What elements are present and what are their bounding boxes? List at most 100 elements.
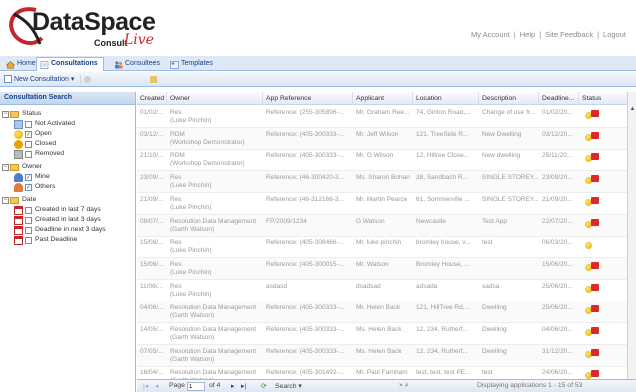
table-row[interactable]: 21/10/... RDM (Workshop Demonstrator) Refer…	[137, 149, 627, 172]
collapse-icon[interactable]: −	[2, 111, 9, 118]
flag-icon	[591, 283, 599, 291]
grid-pager: |◂ ◂ Page of 4 ▸ ▸| ⟳ Search ▾ × ⌕ Displ…	[137, 379, 636, 392]
cell-created: 04/06/...	[140, 304, 164, 312]
scroll-up-icon[interactable]: ▲	[629, 106, 636, 113]
cell-deadline: 25/06/20...	[542, 304, 573, 312]
cell-applicant: Mr. luke pinchin	[356, 239, 402, 247]
open-checkbox[interactable]: ✓	[25, 131, 32, 138]
tree-item-created-last-7-days[interactable]: Created in last 7 days	[14, 206, 134, 215]
main-tab-bar: Home Consultations Consultees Templates	[0, 56, 636, 71]
table-row[interactable]: 11/06/... Res (Luke Pinchin) asdasd dsadsad a…	[137, 280, 627, 302]
table-row[interactable]: 21/09/... Res (Luke Pinchin) Reference: (46…	[137, 193, 627, 215]
tree-item-past-deadline[interactable]: Past Deadline	[14, 236, 134, 245]
flag-icon	[591, 131, 599, 139]
tab-consultations[interactable]: Consultations	[36, 57, 104, 71]
column-header-app-reference[interactable]: App Reference	[263, 92, 353, 105]
consultation-toolbar: New Consultation ▾	[0, 72, 636, 87]
cell-description	[479, 258, 539, 280]
delete-icon[interactable]	[84, 76, 91, 83]
cell-description: Test App	[482, 217, 507, 225]
mine-checkbox[interactable]: ✓	[25, 174, 32, 181]
first-page-icon[interactable]: |◂	[143, 382, 148, 390]
table-row[interactable]: 14/05/... Resolution Data Management (Gart…	[137, 323, 627, 345]
table-row[interactable]: 07/05/... Resolution Data Management (Gart…	[137, 344, 627, 367]
column-header-created[interactable]: Created	[137, 92, 167, 105]
dataspace-logo[interactable]: DataSpace Consult Live	[6, 4, 166, 54]
created-3-days-checkbox[interactable]	[25, 217, 32, 224]
cell-location: 74, Ginton Road,...	[416, 109, 471, 116]
cell-owner: Resolution Data Management(Garth Watson)	[170, 304, 256, 320]
table-row[interactable]: 04/06/... Resolution Data Management (Gart…	[137, 301, 627, 324]
table-row[interactable]: 08/07/... Resolution Data Management (Gart…	[137, 214, 627, 237]
cell-created: 07/05/...	[140, 347, 164, 355]
tree-node-status[interactable]: − Status	[2, 110, 132, 119]
column-header-status[interactable]: Status	[579, 92, 627, 105]
tree-item-deadline-next-3-days[interactable]: Deadline in next 3 days	[14, 226, 134, 235]
others-checkbox[interactable]: ✓	[25, 184, 32, 191]
flag-icon	[591, 261, 599, 269]
page-label: Page	[169, 382, 185, 389]
cell-app-reference: Reference: (405-300333-...	[266, 347, 345, 355]
grid-scrollbar[interactable]: ▲	[627, 92, 636, 379]
site-feedback-link[interactable]: Site Feedback	[543, 30, 595, 39]
cell-app-reference: Reference: (405-300333-...	[266, 326, 345, 333]
edit-icon[interactable]	[150, 76, 157, 83]
column-header-description[interactable]: Description	[479, 92, 539, 105]
tree-item-others[interactable]: ✓ Others	[14, 183, 134, 192]
page-number-input[interactable]	[187, 382, 205, 391]
past-deadline-checkbox[interactable]	[25, 237, 32, 244]
closed-checkbox[interactable]	[25, 141, 32, 148]
deadline-3-days-checkbox[interactable]	[25, 227, 32, 234]
logo-live-text: Live	[124, 32, 154, 48]
prev-page-icon[interactable]: ◂	[155, 382, 158, 390]
clear-search-icon[interactable]: × ⌕	[399, 382, 409, 390]
cell-app-reference: Reference: (46-312166-3...	[266, 195, 345, 203]
cell-description: Change of use fr...	[482, 109, 536, 116]
collapse-icon[interactable]: −	[2, 164, 9, 171]
tree-item-mine[interactable]: ✓ Mine	[14, 173, 134, 182]
table-row[interactable]: 01/02/... Res (Luke Pinchin) Reference: (25…	[137, 106, 627, 128]
cell-applicant: Mr. G Wilson	[356, 152, 394, 160]
tree-item-closed[interactable]: Closed	[14, 140, 134, 149]
tree-node-owner[interactable]: − Owner	[2, 163, 132, 172]
cell-location: 61, Sommerville ...	[416, 195, 470, 203]
logout-link[interactable]: Logout	[601, 30, 628, 39]
flag-icon	[591, 218, 599, 226]
next-page-icon[interactable]: ▸	[231, 382, 234, 390]
created-7-days-checkbox[interactable]	[25, 207, 32, 214]
flag-icon	[591, 196, 599, 204]
refresh-icon[interactable]: ⟳	[261, 382, 267, 390]
cell-location: 12, Hillree Close...	[416, 152, 470, 160]
cell-applicant: Ms. Sharon Bohan	[356, 174, 410, 182]
search-button[interactable]: Search ▾	[275, 382, 302, 390]
table-row[interactable]: 15/06/... Res (Luke Pinchin) Reference: (40…	[137, 257, 627, 280]
my-account-link[interactable]: My Account	[469, 30, 512, 39]
table-row[interactable]: 15/06/... Res (Luke Pinchin) Reference: (40…	[137, 236, 627, 259]
column-header-deadline[interactable]: Deadline...	[539, 92, 579, 105]
not-activated-checkbox[interactable]	[25, 121, 32, 128]
tree-item-not-activated[interactable]: Not Activated	[14, 120, 134, 129]
last-page-icon[interactable]: ▸|	[241, 382, 246, 390]
help-link[interactable]: Help	[518, 30, 537, 39]
folder-icon	[10, 197, 19, 204]
table-row[interactable]: 23/09/... Res (Luke Pinchin) Reference: (46…	[137, 171, 627, 194]
column-header-owner[interactable]: Owner	[167, 92, 263, 105]
page-of-label: of 4	[209, 382, 221, 389]
consultations-grid: Created Owner App Reference Applicant Lo…	[137, 92, 636, 392]
tab-consultees[interactable]: Consultees	[110, 57, 166, 71]
tree-node-date[interactable]: − Date	[2, 196, 132, 205]
column-header-location[interactable]: Location	[413, 92, 479, 105]
cell-owner: Res (Luke Pinchin)	[170, 282, 212, 298]
tree-item-removed[interactable]: Removed	[14, 150, 134, 159]
tab-templates[interactable]: Templates	[166, 57, 219, 71]
cell-app-reference: Reference: (405-308466-...	[266, 239, 345, 247]
tree-item-open[interactable]: ✓ Open	[14, 130, 134, 139]
removed-checkbox[interactable]	[25, 151, 32, 158]
collapse-icon[interactable]: −	[2, 197, 9, 204]
tree-item-created-last-3-days[interactable]: Created in last 3 days	[14, 216, 134, 225]
column-header-applicant[interactable]: Applicant	[353, 92, 413, 105]
cell-owner: RDM (Workshop Demonstrator)	[170, 130, 245, 146]
cell-applicant: G Watson	[356, 217, 385, 225]
table-row[interactable]: 03/12/... RDM (Workshop Demonstrator) Refer…	[137, 127, 627, 150]
new-consultation-button[interactable]: New Consultation ▾	[3, 74, 77, 85]
